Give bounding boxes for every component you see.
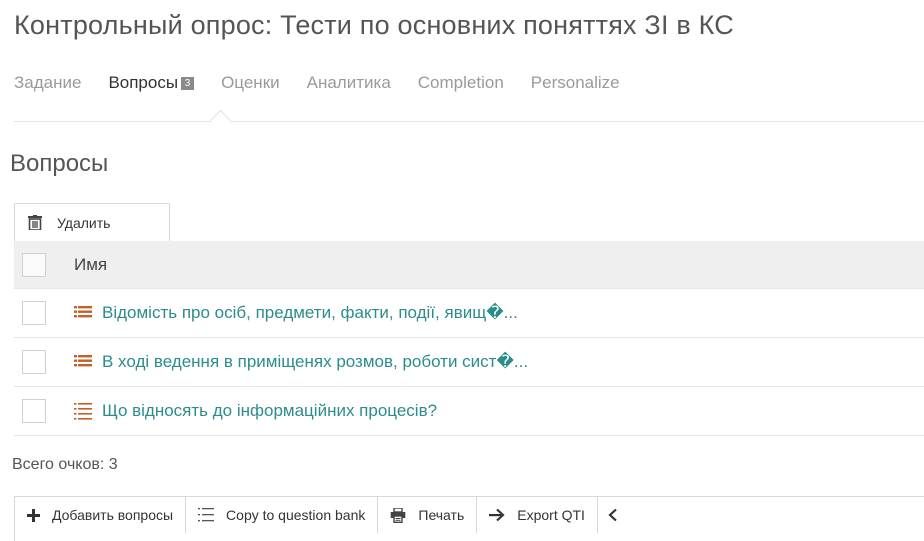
delete-button[interactable]: Удалить bbox=[14, 203, 170, 241]
question-link[interactable]: Відомість про осіб, предмети, факти, под… bbox=[102, 303, 518, 323]
table-row: Відомість про осіб, предмети, факти, под… bbox=[14, 289, 924, 338]
export-qti-button[interactable]: Export QTI bbox=[477, 497, 598, 533]
add-questions-button[interactable]: Добавить вопросы bbox=[15, 497, 187, 533]
table-row: В ході ведення в приміщенях розмов, робо… bbox=[14, 338, 924, 387]
trash-icon bbox=[25, 215, 45, 230]
list-icon bbox=[74, 305, 94, 321]
question-count-badge: 3 bbox=[181, 77, 195, 90]
tab-analytics[interactable]: Аналитика bbox=[307, 73, 391, 93]
section-heading: Вопросы bbox=[10, 150, 109, 177]
list-outline-icon bbox=[198, 507, 215, 523]
more-toolbar-button[interactable] bbox=[598, 497, 644, 533]
questions-table: Имя Відомість про осіб, предмети, факти,… bbox=[14, 241, 924, 436]
tab-divider bbox=[14, 121, 924, 122]
tab-label: Completion bbox=[417, 73, 504, 92]
tab-label: Аналитика bbox=[306, 73, 391, 92]
export-qti-label: Export QTI bbox=[517, 507, 585, 523]
add-questions-label: Добавить вопросы bbox=[52, 507, 174, 523]
print-label: Печать bbox=[418, 507, 465, 523]
page-title: Контрольный опрос: Тести по основних пон… bbox=[14, 10, 734, 40]
tab-questions[interactable]: Вопросы 3 bbox=[108, 73, 195, 93]
bottom-toolbar: Добавить вопросы Copy to question bank П… bbox=[14, 496, 924, 541]
tab-grades[interactable]: Оценки bbox=[221, 73, 280, 93]
row-checkbox[interactable] bbox=[22, 399, 46, 423]
copy-to-question-bank-label: Copy to question bank bbox=[226, 507, 366, 523]
list-icon bbox=[74, 354, 94, 370]
arrow-right-icon bbox=[489, 508, 505, 522]
tab-label: Personalize bbox=[530, 73, 620, 92]
question-link[interactable]: Що відносять до інформаційних процесів? bbox=[102, 401, 437, 421]
delete-button-label: Удалить bbox=[57, 214, 111, 231]
list-outline-icon bbox=[74, 402, 94, 420]
arrow-left-icon bbox=[608, 508, 620, 522]
tab-personalize[interactable]: Personalize bbox=[531, 73, 620, 93]
plus-icon bbox=[27, 508, 40, 522]
printer-icon bbox=[390, 507, 406, 523]
tab-label: Задание bbox=[14, 73, 82, 92]
active-tab-caret bbox=[209, 109, 232, 132]
question-link[interactable]: В ході ведення в приміщенях розмов, робо… bbox=[102, 352, 528, 372]
table-header-row: Имя bbox=[14, 241, 924, 289]
tab-label: Вопросы bbox=[108, 73, 179, 92]
column-header-name: Имя bbox=[74, 254, 108, 274]
row-checkbox[interactable] bbox=[22, 301, 46, 325]
row-checkbox[interactable] bbox=[22, 350, 46, 374]
tab-label: Оценки bbox=[221, 73, 280, 92]
print-button[interactable]: Печать bbox=[378, 497, 478, 533]
total-points: Всего очков: 3 bbox=[12, 456, 118, 473]
select-all-checkbox[interactable] bbox=[22, 252, 46, 277]
tab-bar: Задание Вопросы 3 Оценки Аналитика Comple… bbox=[14, 73, 647, 93]
tab-task[interactable]: Задание bbox=[14, 73, 81, 93]
table-row: Що відносять до інформаційних процесів? bbox=[14, 387, 924, 436]
tab-completion[interactable]: Completion bbox=[418, 73, 504, 93]
copy-to-question-bank-button[interactable]: Copy to question bank bbox=[186, 497, 379, 533]
